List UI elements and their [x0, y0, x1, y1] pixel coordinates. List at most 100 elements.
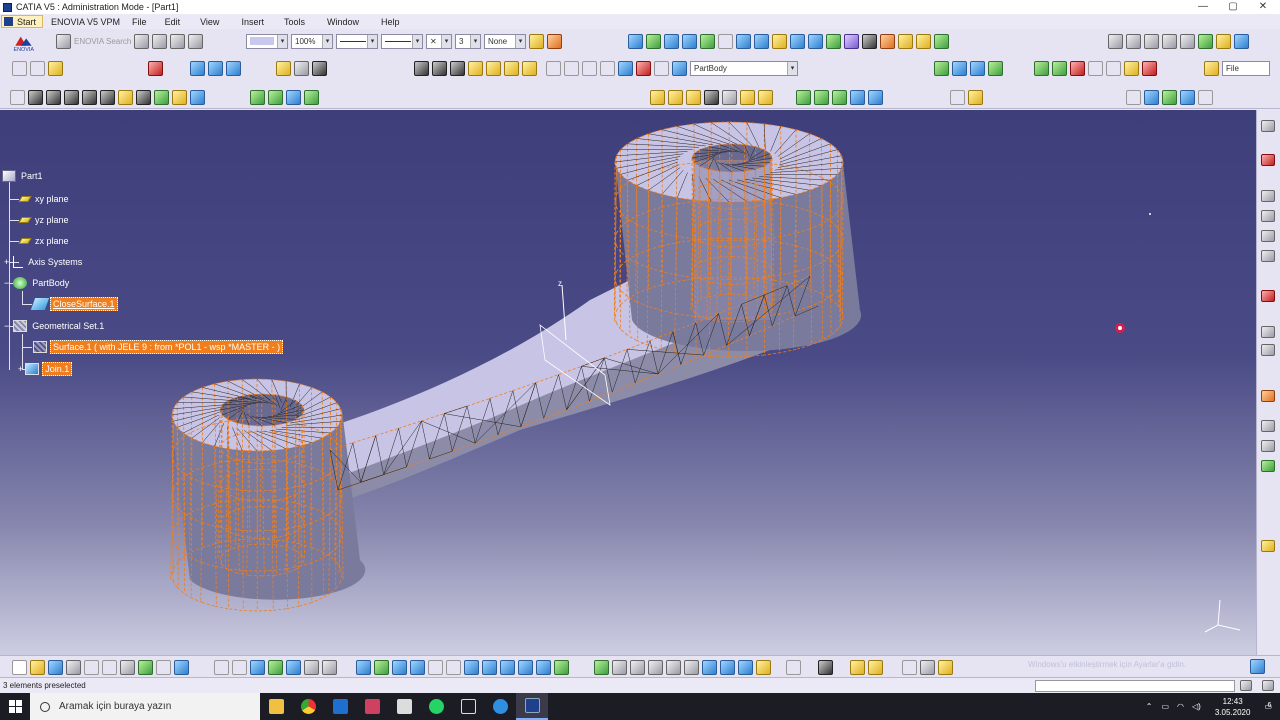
- sew-surface-icon[interactable]: [850, 89, 865, 105]
- collapse-icon[interactable]: −: [4, 278, 9, 288]
- tool-icon[interactable]: [1261, 210, 1275, 222]
- point-icon[interactable]: [12, 60, 27, 76]
- scale-icon[interactable]: [582, 60, 597, 76]
- menu-edit[interactable]: Edit: [151, 17, 189, 27]
- folder-icon[interactable]: [1204, 60, 1219, 76]
- chamfer-icon[interactable]: [432, 60, 447, 76]
- curve-icon[interactable]: [736, 33, 751, 49]
- update-all-icon[interactable]: [546, 60, 561, 76]
- undo-icon[interactable]: [138, 659, 153, 675]
- maximize-button[interactable]: ▢: [1218, 0, 1248, 14]
- offset-icon[interactable]: [664, 33, 679, 49]
- lineweight-combo[interactable]: ▾: [381, 33, 423, 49]
- fly-icon[interactable]: [356, 659, 371, 675]
- view-icon[interactable]: [1162, 33, 1177, 49]
- thickness-combo[interactable]: 3 ▾: [455, 33, 481, 49]
- gear-icon[interactable]: [1261, 120, 1275, 132]
- spline-icon[interactable]: [754, 33, 769, 49]
- fit-all-icon[interactable]: [374, 659, 389, 675]
- sweep-icon[interactable]: [628, 33, 643, 49]
- taskbar-app-catia[interactable]: [516, 693, 548, 720]
- check-icon[interactable]: [934, 33, 949, 49]
- check-icon[interactable]: [268, 659, 283, 675]
- work-on-support-icon[interactable]: [1144, 89, 1159, 105]
- constraint-dialog-icon[interactable]: [968, 89, 983, 105]
- disassemble-icon[interactable]: [304, 89, 319, 105]
- polyline-icon[interactable]: [10, 89, 25, 105]
- connect-icon[interactable]: [988, 60, 1003, 76]
- tree-node-xy-plane[interactable]: xy plane: [18, 191, 71, 207]
- network-icon[interactable]: ◠: [1177, 702, 1184, 711]
- axis-system-icon[interactable]: [1198, 89, 1213, 105]
- tool-icon[interactable]: [1261, 540, 1275, 552]
- zoom-out-icon[interactable]: [446, 659, 461, 675]
- copy-icon[interactable]: [102, 659, 117, 675]
- body-icon[interactable]: [672, 60, 687, 76]
- point-symbol-combo[interactable]: ✕ ▾: [426, 33, 452, 49]
- save-icon[interactable]: [48, 659, 63, 675]
- linetype-combo[interactable]: ▾: [336, 33, 378, 49]
- chevron-up-icon[interactable]: ⌃: [1146, 702, 1153, 711]
- windows-start-button[interactable]: [0, 693, 30, 720]
- update-icon[interactable]: [1234, 33, 1249, 49]
- enovia-search-label[interactable]: ENOVIA Search: [74, 37, 131, 46]
- properties-icon[interactable]: [547, 33, 562, 49]
- rib-icon[interactable]: [740, 89, 755, 105]
- corner-icon[interactable]: [46, 89, 61, 105]
- analysis-icon[interactable]: [772, 33, 787, 49]
- manual-update-icon[interactable]: [564, 60, 579, 76]
- swap-icon[interactable]: [554, 659, 569, 675]
- menu-view[interactable]: View: [188, 17, 227, 27]
- redo-icon[interactable]: [156, 659, 171, 675]
- transparency-combo[interactable]: 100% ▾: [291, 33, 333, 49]
- blend-icon[interactable]: [700, 33, 715, 49]
- tree-node-yz-plane[interactable]: yz plane: [18, 212, 71, 228]
- taskbar-app-3d[interactable]: [452, 693, 484, 720]
- translate-icon[interactable]: [276, 60, 291, 76]
- camera-icon[interactable]: [818, 659, 833, 675]
- volume-icon[interactable]: ◁): [1192, 702, 1201, 711]
- print-icon[interactable]: [66, 659, 81, 675]
- tool-icon[interactable]: [1124, 60, 1139, 76]
- support-icon[interactable]: [1162, 89, 1177, 105]
- shaft-icon[interactable]: [686, 89, 701, 105]
- tool-icon[interactable]: [756, 659, 771, 675]
- plane-icon[interactable]: [48, 60, 63, 76]
- measure-icon[interactable]: [1261, 290, 1275, 302]
- tool-icon[interactable]: [720, 659, 735, 675]
- formula-icon[interactable]: [844, 33, 859, 49]
- extrude-icon[interactable]: [682, 33, 697, 49]
- thread-icon[interactable]: [504, 60, 519, 76]
- formula-icon[interactable]: [214, 659, 229, 675]
- heal-icon[interactable]: [268, 89, 283, 105]
- pad-icon[interactable]: [650, 89, 665, 105]
- draft-icon[interactable]: [450, 60, 465, 76]
- menu-enovia[interactable]: ENOVIA V5 VPM: [43, 17, 128, 27]
- tool-icon[interactable]: [1261, 440, 1275, 452]
- sphere-icon[interactable]: [154, 89, 169, 105]
- taskbar-app-chrome[interactable]: [292, 693, 324, 720]
- groove-icon[interactable]: [704, 89, 719, 105]
- tool-icon[interactable]: [702, 659, 717, 675]
- enovia-tool-icon[interactable]: [170, 33, 186, 49]
- thickness-analysis-icon[interactable]: [970, 60, 985, 76]
- slot-icon[interactable]: [758, 89, 773, 105]
- project-icon[interactable]: [868, 89, 883, 105]
- assemble-icon[interactable]: [208, 60, 223, 76]
- tool-icon[interactable]: [1261, 344, 1275, 356]
- extrude-surface-icon[interactable]: [118, 89, 133, 105]
- enovia-tool-icon[interactable]: [152, 33, 168, 49]
- new-icon[interactable]: [12, 659, 27, 675]
- iso-view-icon[interactable]: [500, 659, 515, 675]
- help-icon[interactable]: [174, 659, 189, 675]
- only-current-icon[interactable]: [636, 60, 651, 76]
- rotate-icon[interactable]: [294, 60, 309, 76]
- tree-node-closesurface[interactable]: CloseSurface.1: [30, 296, 118, 312]
- constraint-icon[interactable]: [950, 89, 965, 105]
- collapse-icon[interactable]: −: [4, 321, 9, 331]
- menu-insert[interactable]: Insert: [227, 17, 272, 27]
- grid-icon[interactable]: [1180, 89, 1195, 105]
- boolean-icon[interactable]: [190, 60, 205, 76]
- thick-surface-icon[interactable]: [814, 89, 829, 105]
- axis-icon[interactable]: [618, 60, 633, 76]
